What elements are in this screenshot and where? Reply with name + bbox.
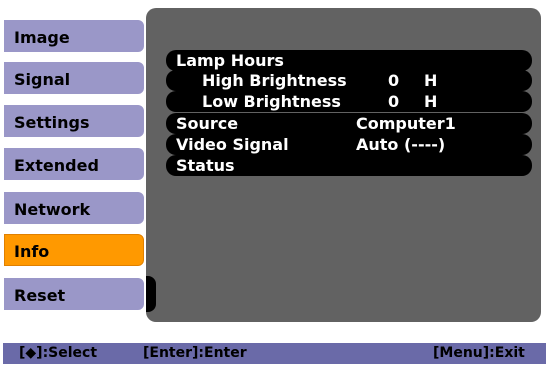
- high-brightness-value: 0: [388, 71, 400, 90]
- high-brightness-unit: H: [424, 71, 438, 90]
- menu-item-label: Extended: [14, 156, 99, 175]
- high-brightness-label: High Brightness: [202, 71, 347, 90]
- menu-item-image[interactable]: Image: [2, 18, 146, 54]
- low-brightness-label: Low Brightness: [202, 92, 341, 111]
- menu-item-extended[interactable]: Extended: [2, 146, 146, 182]
- menu-item-label: Signal: [14, 70, 71, 89]
- exit-hint: [Menu]:Exit: [433, 345, 525, 361]
- info-row-lamp-hours: Lamp Hours: [166, 50, 532, 71]
- menu-item-label: Network: [14, 200, 91, 219]
- enter-hint: [Enter]:Enter: [143, 345, 247, 361]
- menu-item-info[interactable]: Info: [2, 232, 146, 268]
- menu-item-label: Reset: [14, 286, 66, 305]
- select-hint: [◆]:Select: [19, 345, 98, 361]
- info-row-video-signal: Video Signal Auto (----): [166, 134, 532, 155]
- menu-item-reset[interactable]: Reset: [2, 276, 146, 312]
- info-row-low-brightness: Low Brightness 0 H: [166, 91, 532, 112]
- video-signal-label: Video Signal: [176, 135, 289, 154]
- low-brightness-value: 0: [388, 92, 400, 111]
- menu-item-tab-shadow: [146, 276, 156, 312]
- menu-item-network[interactable]: Network: [2, 190, 146, 226]
- menu-item-label: Settings: [14, 113, 90, 132]
- video-signal-value: Auto (----): [356, 135, 446, 154]
- lamp-hours-label: Lamp Hours: [176, 51, 284, 70]
- source-value: Computer1: [356, 114, 456, 133]
- info-row-source: Source Computer1: [166, 113, 532, 134]
- menu-item-label: Info: [14, 242, 50, 261]
- menu-item-label: Image: [14, 28, 70, 47]
- source-label: Source: [176, 114, 239, 133]
- status-label: Status: [176, 156, 235, 175]
- low-brightness-unit: H: [424, 92, 438, 111]
- footer-help-bar: [◆]:Select [Enter]:Enter [Menu]:Exit: [3, 343, 546, 364]
- info-row-high-brightness: High Brightness 0 H: [166, 70, 532, 91]
- info-row-status: Status: [166, 155, 532, 176]
- menu-item-settings[interactable]: Settings: [2, 103, 146, 139]
- menu-item-signal[interactable]: Signal: [2, 60, 146, 96]
